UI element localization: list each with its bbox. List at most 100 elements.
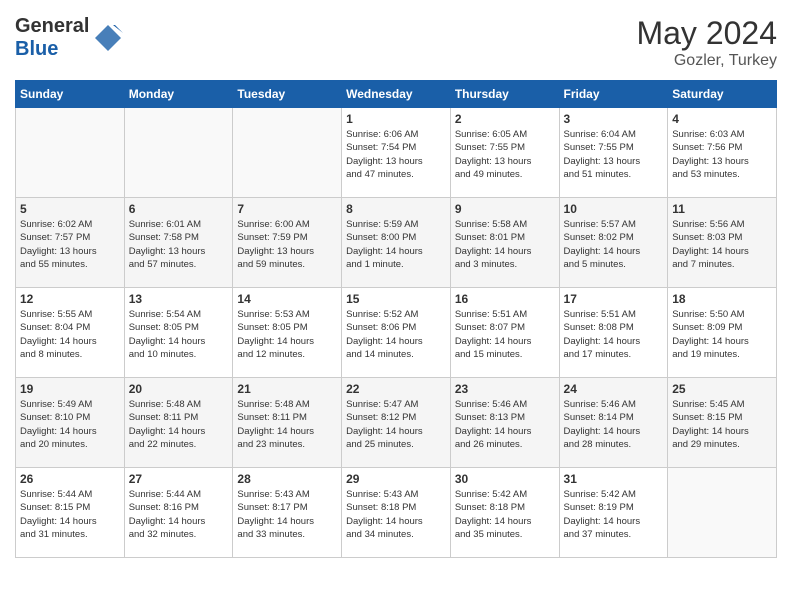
logo-general-text: General bbox=[15, 15, 89, 37]
calendar-cell: 11 Sunrise: 5:56 AM Sunset: 8:03 PM Dayli… bbox=[668, 198, 777, 288]
day-number: 9 bbox=[455, 202, 555, 216]
calendar-cell: 5Sunrise: 6:02 AM Sunset: 7:57 PM Daylig… bbox=[16, 198, 125, 288]
day-number: 27 bbox=[129, 472, 229, 486]
logo-icon bbox=[93, 23, 123, 53]
day-number: 2 bbox=[455, 112, 555, 126]
calendar-cell: 30 Sunrise: 5:42 AM Sunset: 8:18 PM Dayli… bbox=[450, 468, 559, 558]
day-number: 15 bbox=[346, 292, 446, 306]
day-info: Sunrise: 5:44 AM Sunset: 8:15 PM Dayligh… bbox=[20, 488, 120, 541]
calendar-cell: 15 Sunrise: 5:52 AM Sunset: 8:06 PM Dayli… bbox=[342, 288, 451, 378]
weekday-header: Sunday bbox=[16, 81, 125, 108]
day-number: 11 bbox=[672, 202, 772, 216]
day-info: Sunrise: 5:50 AM Sunset: 8:09 PM Dayligh… bbox=[672, 308, 772, 361]
day-info: Sunrise: 5:58 AM Sunset: 8:01 PM Dayligh… bbox=[455, 218, 555, 271]
page-header: General Blue May 2024 Gozler, Turkey bbox=[15, 15, 777, 70]
day-number: 10 bbox=[564, 202, 664, 216]
calendar-cell bbox=[668, 468, 777, 558]
day-info: Sunrise: 5:55 AM Sunset: 8:04 PM Dayligh… bbox=[20, 308, 120, 361]
day-info: Sunrise: 5:51 AM Sunset: 8:07 PM Dayligh… bbox=[455, 308, 555, 361]
weekday-header: Thursday bbox=[450, 81, 559, 108]
calendar-cell: 19 Sunrise: 5:49 AM Sunset: 8:10 PM Dayli… bbox=[16, 378, 125, 468]
day-number: 29 bbox=[346, 472, 446, 486]
calendar-cell bbox=[124, 108, 233, 198]
day-number: 21 bbox=[237, 382, 337, 396]
logo-blue-text: Blue bbox=[15, 38, 58, 60]
calendar-cell: 12 Sunrise: 5:55 AM Sunset: 8:04 PM Dayli… bbox=[16, 288, 125, 378]
calendar-cell: 8 Sunrise: 5:59 AM Sunset: 8:00 PM Daylig… bbox=[342, 198, 451, 288]
calendar-cell: 14Sunrise: 5:53 AM Sunset: 8:05 PM Dayli… bbox=[233, 288, 342, 378]
day-info: Sunrise: 5:53 AM Sunset: 8:05 PM Dayligh… bbox=[237, 308, 337, 361]
day-info: Sunrise: 5:46 AM Sunset: 8:14 PM Dayligh… bbox=[564, 398, 664, 451]
day-number: 20 bbox=[129, 382, 229, 396]
calendar-cell: 26 Sunrise: 5:44 AM Sunset: 8:15 PM Dayli… bbox=[16, 468, 125, 558]
day-info: Sunrise: 5:46 AM Sunset: 8:13 PM Dayligh… bbox=[455, 398, 555, 451]
calendar-cell: 18Sunrise: 5:50 AM Sunset: 8:09 PM Dayli… bbox=[668, 288, 777, 378]
day-number: 30 bbox=[455, 472, 555, 486]
weekday-header: Friday bbox=[559, 81, 668, 108]
day-info: Sunrise: 5:45 AM Sunset: 8:15 PM Dayligh… bbox=[672, 398, 772, 451]
day-number: 17 bbox=[564, 292, 664, 306]
day-info: Sunrise: 5:44 AM Sunset: 8:16 PM Dayligh… bbox=[129, 488, 229, 541]
day-info: Sunrise: 5:48 AM Sunset: 8:11 PM Dayligh… bbox=[129, 398, 229, 451]
calendar-cell: 21 Sunrise: 5:48 AM Sunset: 8:11 PM Dayli… bbox=[233, 378, 342, 468]
day-info: Sunrise: 5:49 AM Sunset: 8:10 PM Dayligh… bbox=[20, 398, 120, 451]
weekday-header-row: SundayMondayTuesdayWednesdayThursdayFrid… bbox=[16, 81, 777, 108]
day-number: 13 bbox=[129, 292, 229, 306]
weekday-header: Saturday bbox=[668, 81, 777, 108]
calendar-cell: 1Sunrise: 6:06 AM Sunset: 7:54 PM Daylig… bbox=[342, 108, 451, 198]
calendar-cell: 24 Sunrise: 5:46 AM Sunset: 8:14 PM Dayli… bbox=[559, 378, 668, 468]
day-info: Sunrise: 5:43 AM Sunset: 8:18 PM Dayligh… bbox=[346, 488, 446, 541]
calendar-cell: 31Sunrise: 5:42 AM Sunset: 8:19 PM Dayli… bbox=[559, 468, 668, 558]
day-info: Sunrise: 5:48 AM Sunset: 8:11 PM Dayligh… bbox=[237, 398, 337, 451]
day-info: Sunrise: 5:59 AM Sunset: 8:00 PM Dayligh… bbox=[346, 218, 446, 271]
day-info: Sunrise: 5:57 AM Sunset: 8:02 PM Dayligh… bbox=[564, 218, 664, 271]
calendar-cell: 23 Sunrise: 5:46 AM Sunset: 8:13 PM Dayli… bbox=[450, 378, 559, 468]
calendar-cell: 17 Sunrise: 5:51 AM Sunset: 8:08 PM Dayli… bbox=[559, 288, 668, 378]
calendar-cell: 25Sunrise: 5:45 AM Sunset: 8:15 PM Dayli… bbox=[668, 378, 777, 468]
logo: General Blue bbox=[15, 15, 123, 61]
calendar-cell bbox=[233, 108, 342, 198]
calendar-cell: 29 Sunrise: 5:43 AM Sunset: 8:18 PM Dayli… bbox=[342, 468, 451, 558]
day-number: 4 bbox=[672, 112, 772, 126]
calendar-week-row: 26 Sunrise: 5:44 AM Sunset: 8:15 PM Dayli… bbox=[16, 468, 777, 558]
calendar-cell: 28Sunrise: 5:43 AM Sunset: 8:17 PM Dayli… bbox=[233, 468, 342, 558]
calendar-cell: 22 Sunrise: 5:47 AM Sunset: 8:12 PM Dayli… bbox=[342, 378, 451, 468]
day-number: 8 bbox=[346, 202, 446, 216]
day-number: 26 bbox=[20, 472, 120, 486]
day-number: 28 bbox=[237, 472, 337, 486]
title-block: May 2024 Gozler, Turkey bbox=[636, 15, 777, 70]
day-info: Sunrise: 6:03 AM Sunset: 7:56 PM Dayligh… bbox=[672, 128, 772, 181]
day-info: Sunrise: 5:54 AM Sunset: 8:05 PM Dayligh… bbox=[129, 308, 229, 361]
calendar-table: SundayMondayTuesdayWednesdayThursdayFrid… bbox=[15, 80, 777, 558]
calendar-cell bbox=[16, 108, 125, 198]
day-info: Sunrise: 5:56 AM Sunset: 8:03 PM Dayligh… bbox=[672, 218, 772, 271]
day-number: 23 bbox=[455, 382, 555, 396]
day-number: 3 bbox=[564, 112, 664, 126]
day-number: 7 bbox=[237, 202, 337, 216]
calendar-cell: 9 Sunrise: 5:58 AM Sunset: 8:01 PM Daylig… bbox=[450, 198, 559, 288]
day-info: Sunrise: 6:02 AM Sunset: 7:57 PM Dayligh… bbox=[20, 218, 120, 271]
day-info: Sunrise: 5:47 AM Sunset: 8:12 PM Dayligh… bbox=[346, 398, 446, 451]
calendar-cell: 6Sunrise: 6:01 AM Sunset: 7:58 PM Daylig… bbox=[124, 198, 233, 288]
day-number: 22 bbox=[346, 382, 446, 396]
calendar-cell: 4 Sunrise: 6:03 AM Sunset: 7:56 PM Daylig… bbox=[668, 108, 777, 198]
day-number: 12 bbox=[20, 292, 120, 306]
location-subtitle: Gozler, Turkey bbox=[636, 52, 777, 70]
calendar-cell: 3Sunrise: 6:04 AM Sunset: 7:55 PM Daylig… bbox=[559, 108, 668, 198]
day-info: Sunrise: 5:42 AM Sunset: 8:18 PM Dayligh… bbox=[455, 488, 555, 541]
day-info: Sunrise: 5:51 AM Sunset: 8:08 PM Dayligh… bbox=[564, 308, 664, 361]
day-info: Sunrise: 5:42 AM Sunset: 8:19 PM Dayligh… bbox=[564, 488, 664, 541]
calendar-cell: 13 Sunrise: 5:54 AM Sunset: 8:05 PM Dayli… bbox=[124, 288, 233, 378]
weekday-header: Wednesday bbox=[342, 81, 451, 108]
calendar-week-row: 5Sunrise: 6:02 AM Sunset: 7:57 PM Daylig… bbox=[16, 198, 777, 288]
day-number: 19 bbox=[20, 382, 120, 396]
day-number: 1 bbox=[346, 112, 446, 126]
calendar-cell: 10 Sunrise: 5:57 AM Sunset: 8:02 PM Dayli… bbox=[559, 198, 668, 288]
calendar-week-row: 12 Sunrise: 5:55 AM Sunset: 8:04 PM Dayli… bbox=[16, 288, 777, 378]
calendar-cell: 16Sunrise: 5:51 AM Sunset: 8:07 PM Dayli… bbox=[450, 288, 559, 378]
calendar-cell: 2Sunrise: 6:05 AM Sunset: 7:55 PM Daylig… bbox=[450, 108, 559, 198]
weekday-header: Tuesday bbox=[233, 81, 342, 108]
day-number: 24 bbox=[564, 382, 664, 396]
day-info: Sunrise: 6:01 AM Sunset: 7:58 PM Dayligh… bbox=[129, 218, 229, 271]
day-info: Sunrise: 5:52 AM Sunset: 8:06 PM Dayligh… bbox=[346, 308, 446, 361]
